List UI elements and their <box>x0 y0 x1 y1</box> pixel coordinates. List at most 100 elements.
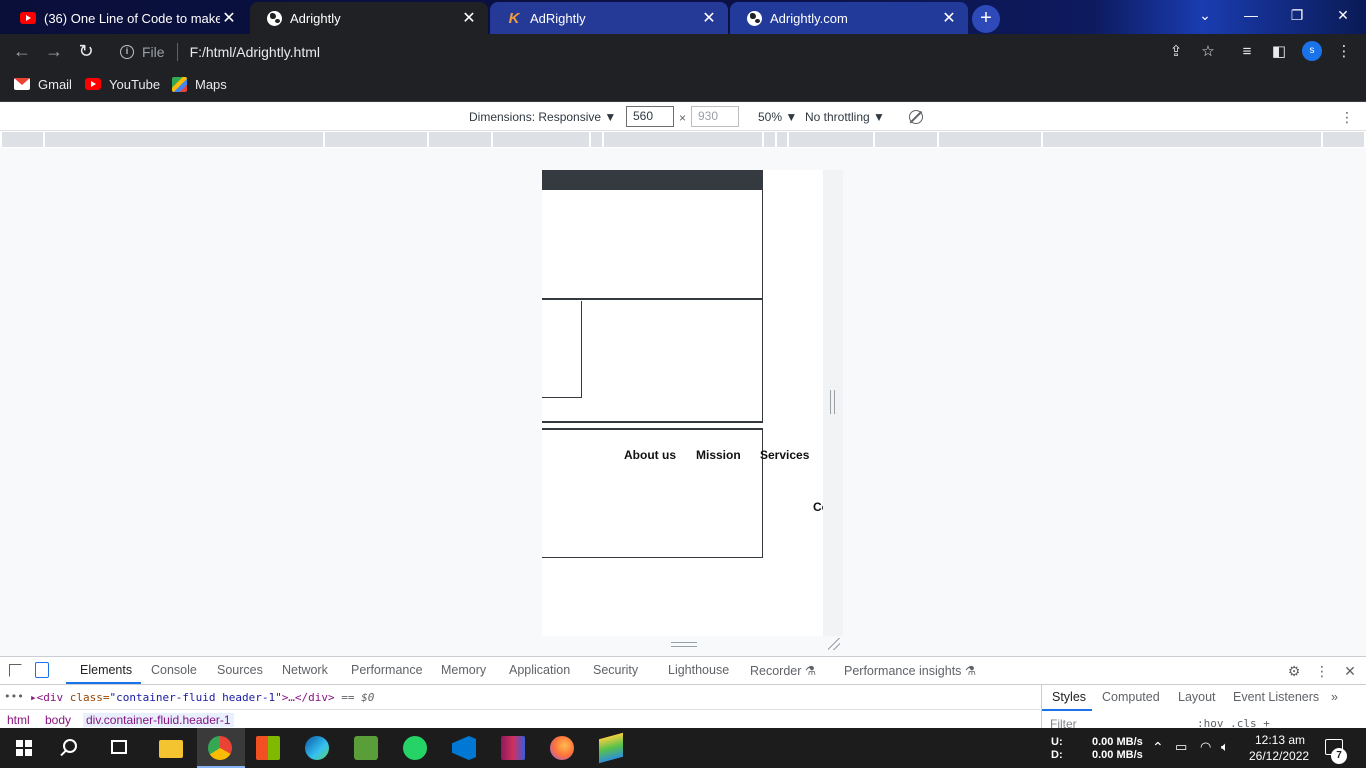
tab-layout[interactable]: Layout <box>1178 690 1216 704</box>
reload-button[interactable]: ↻ <box>74 39 98 63</box>
media-query-segment[interactable] <box>875 132 937 147</box>
media-query-segment[interactable] <box>777 132 787 147</box>
device-toggle-icon[interactable] <box>35 662 49 678</box>
tab-event-listeners[interactable]: Event Listeners <box>1233 690 1319 704</box>
tab-memory[interactable]: Memory <box>441 663 486 677</box>
media-control-icon[interactable]: ≡ <box>1237 42 1257 62</box>
windows-start-icon[interactable] <box>16 740 32 756</box>
tab-styles[interactable]: Styles <box>1052 690 1086 704</box>
tab-performance[interactable]: Performance <box>351 663 423 677</box>
search-icon[interactable] <box>63 739 77 753</box>
vscode-icon[interactable] <box>452 736 476 760</box>
throttling-dropdown[interactable]: No throttling ▼ <box>805 110 885 124</box>
media-query-segment[interactable] <box>939 132 1041 147</box>
tab-adrightly-active[interactable]: Adrightly ✕ <box>250 2 488 34</box>
tab-lighthouse[interactable]: Lighthouse <box>668 663 729 677</box>
dimensions-dropdown[interactable]: Dimensions: Responsive ▼ <box>469 110 616 124</box>
nav-link-contact[interactable]: Co <box>813 500 823 514</box>
new-tab-button[interactable]: + <box>972 5 1000 33</box>
side-panel-icon[interactable]: ◧ <box>1269 42 1289 62</box>
close-icon[interactable]: ✕ <box>700 8 718 28</box>
settings-gear-icon[interactable]: ⚙ <box>1285 662 1303 680</box>
profile-avatar[interactable]: s <box>1302 41 1322 61</box>
tab-youtube[interactable]: (36) One Line of Code to make W ✕ <box>4 2 248 34</box>
tab-adrightly-logo[interactable]: K AdRightly ✕ <box>490 2 728 34</box>
menu-icon[interactable]: ⋮ <box>1334 42 1354 62</box>
volume-icon[interactable]: 🔈︎ <box>1221 739 1229 755</box>
bookmark-youtube[interactable]: YouTube <box>85 76 160 92</box>
wifi-icon[interactable]: ◠ <box>1200 739 1211 755</box>
task-view-icon[interactable] <box>111 740 127 754</box>
nav-link-services[interactable]: Services <box>760 448 809 462</box>
winrar-icon[interactable] <box>501 736 525 760</box>
width-input[interactable]: 560 <box>626 106 674 127</box>
tab-computed[interactable]: Computed <box>1102 690 1160 704</box>
back-button[interactable]: ← <box>10 39 34 63</box>
media-query-segment[interactable] <box>604 132 762 147</box>
notepad-app-icon[interactable] <box>354 736 378 760</box>
share-icon[interactable]: ⇪ <box>1166 42 1186 62</box>
rotate-icon[interactable] <box>909 110 923 124</box>
clock-time[interactable]: 12:13 am <box>1255 733 1305 747</box>
resize-handle-bottom[interactable] <box>671 642 697 647</box>
whatsapp-icon[interactable] <box>403 736 427 760</box>
height-input[interactable]: 930 <box>691 106 739 127</box>
info-icon[interactable]: i <box>120 45 134 59</box>
chrome-icon[interactable] <box>208 736 232 760</box>
resize-handle-right[interactable] <box>830 390 835 414</box>
tab-sources[interactable]: Sources <box>217 663 263 677</box>
resize-handle-corner[interactable] <box>828 638 840 650</box>
media-query-segment[interactable] <box>45 132 323 147</box>
media-query-segment[interactable] <box>325 132 427 147</box>
breadcrumb-body[interactable]: body <box>45 713 71 727</box>
clock-date[interactable]: 26/12/2022 <box>1249 749 1309 763</box>
tab-security[interactable]: Security <box>593 663 638 677</box>
file-explorer-icon[interactable] <box>159 740 183 758</box>
breadcrumb-html[interactable]: html <box>7 713 30 727</box>
media-query-segment[interactable] <box>764 132 775 147</box>
bookmark-gmail[interactable]: Gmail <box>14 76 72 92</box>
close-icon[interactable]: ✕ <box>220 8 238 28</box>
microsoft-store-icon[interactable] <box>256 736 280 760</box>
tab-elements[interactable]: Elements <box>80 663 132 677</box>
media-query-segment[interactable] <box>493 132 589 147</box>
tab-network[interactable]: Network <box>282 663 328 677</box>
tab-application[interactable]: Application <box>509 663 570 677</box>
inspect-element-icon[interactable] <box>9 664 22 677</box>
media-query-segment[interactable] <box>591 132 602 147</box>
close-icon[interactable]: ✕ <box>460 8 478 28</box>
close-icon[interactable]: ✕ <box>940 8 958 28</box>
tab-adrightly-com[interactable]: Adrightly.com ✕ <box>730 2 968 34</box>
dom-node-code[interactable]: ▸<div class="container-fluid header-1">…… <box>30 691 374 704</box>
devtools-menu-icon[interactable]: ⋮ <box>1313 662 1331 680</box>
tab-performance-insights[interactable]: Performance insights ⚗ <box>844 663 976 678</box>
restore-button[interactable]: ❐ <box>1274 0 1320 30</box>
media-query-segment[interactable] <box>2 132 43 147</box>
minimize-button[interactable]: — <box>1228 0 1274 30</box>
more-options-icon[interactable]: ⋮ <box>1340 109 1354 125</box>
firefox-icon[interactable] <box>550 736 574 760</box>
tab-search-icon[interactable]: ⌄ <box>1182 0 1228 30</box>
breadcrumb-div[interactable]: div.container-fluid.header-1 <box>83 713 234 727</box>
tab-recorder[interactable]: Recorder ⚗ <box>750 663 816 678</box>
nav-link-about[interactable]: About us <box>624 448 676 462</box>
address-bar[interactable]: i File F:/html/Adrightly.html <box>108 38 1198 66</box>
media-query-segment[interactable] <box>1043 132 1321 147</box>
dom-tree-selected-node[interactable]: ••• ▸<div class="container-fluid header-… <box>0 687 1040 707</box>
battery-icon[interactable]: ▭ <box>1175 739 1187 755</box>
edge-icon[interactable] <box>305 736 329 760</box>
nav-link-mission[interactable]: Mission <box>696 448 741 462</box>
star-icon[interactable]: ☆ <box>1198 42 1218 62</box>
media-query-segment[interactable] <box>789 132 873 147</box>
url-text[interactable]: F:/html/Adrightly.html <box>190 44 320 60</box>
media-query-segment[interactable] <box>429 132 491 147</box>
media-query-segment[interactable] <box>1323 132 1364 147</box>
bluestacks-icon[interactable] <box>599 732 623 764</box>
tab-console[interactable]: Console <box>151 663 197 677</box>
close-window-button[interactable]: ✕ <box>1320 0 1366 30</box>
forward-button[interactable]: → <box>42 39 66 63</box>
bookmark-maps[interactable]: Maps <box>171 76 227 92</box>
chevron-up-icon[interactable]: ⌃ <box>1152 739 1164 756</box>
more-tabs-icon[interactable]: » <box>1331 690 1338 704</box>
zoom-dropdown[interactable]: 50% ▼ <box>758 110 797 124</box>
